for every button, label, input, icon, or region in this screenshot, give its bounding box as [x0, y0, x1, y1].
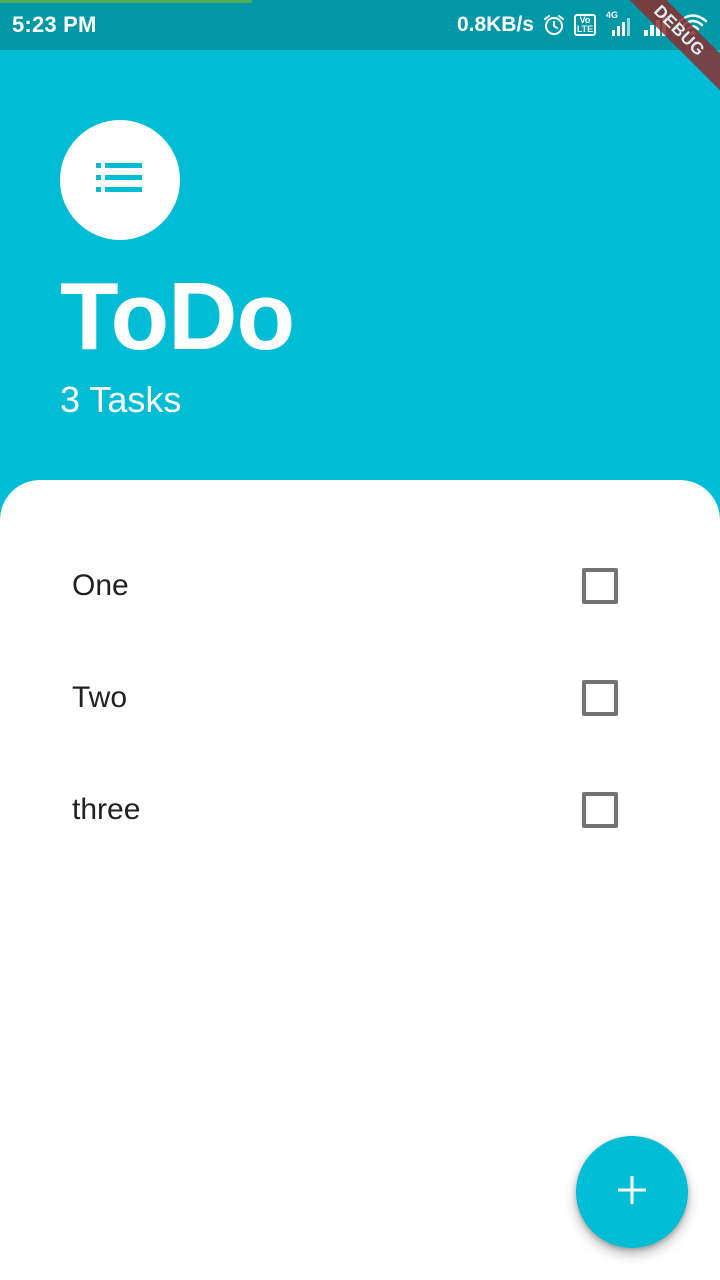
status-bar: 5:23 PM 0.8KB/s Vo LTE 4G	[0, 0, 720, 50]
task-label: three	[72, 793, 141, 826]
task-checkbox[interactable]	[582, 792, 618, 828]
add-icon	[616, 1174, 648, 1211]
task-label: One	[72, 569, 129, 602]
volte-bottom-text: LTE	[576, 24, 594, 34]
loading-progress-bar	[0, 0, 252, 3]
task-row[interactable]: Two	[0, 642, 720, 754]
add-task-button[interactable]	[576, 1136, 688, 1248]
task-row[interactable]: three	[0, 754, 720, 866]
task-label: Two	[72, 681, 128, 714]
signal-4g-icon: 4G	[604, 10, 634, 38]
header-avatar	[60, 120, 180, 240]
list-icon	[96, 162, 144, 198]
alarm-icon	[542, 13, 566, 37]
task-checkbox[interactable]	[582, 568, 618, 604]
app-title: ToDo	[60, 263, 295, 370]
volte-icon: Vo LTE	[574, 14, 596, 36]
network-speed: 0.8KB/s	[456, 13, 534, 36]
task-count: 3 Tasks	[60, 379, 182, 420]
status-time: 5:23 PM	[12, 12, 97, 37]
task-checkbox[interactable]	[582, 680, 618, 716]
task-row[interactable]: One	[0, 530, 720, 642]
